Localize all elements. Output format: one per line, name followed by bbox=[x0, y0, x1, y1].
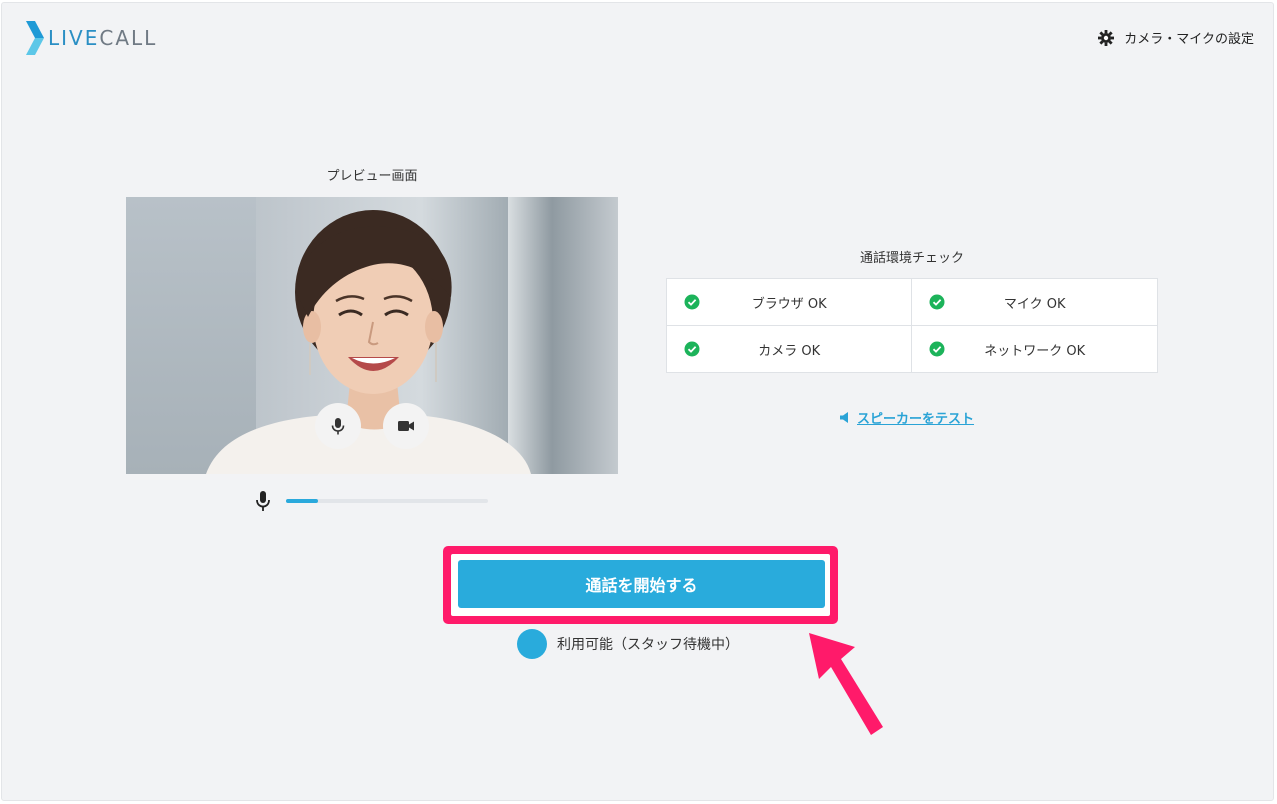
env-check-label: マイク OK bbox=[1003, 296, 1066, 312]
env-check-item: マイク OK bbox=[911, 278, 1158, 326]
microphone-icon bbox=[256, 491, 270, 511]
camera-toggle-button[interactable] bbox=[383, 403, 429, 449]
speaker-test-link[interactable]: スピーカーをテスト bbox=[840, 408, 974, 427]
mic-toggle-button[interactable] bbox=[315, 403, 361, 449]
logo-call-text: CALL bbox=[99, 26, 158, 50]
speaker-icon bbox=[840, 412, 848, 423]
pointer-arrow-icon bbox=[809, 633, 883, 735]
mic-level-meter bbox=[254, 490, 488, 512]
mic-level-fill bbox=[286, 499, 319, 503]
env-check-label: ネットワーク OK bbox=[984, 343, 1086, 359]
mic-level-track bbox=[286, 499, 488, 503]
logo-mark-icon bbox=[26, 21, 44, 55]
logo-text: LIVECALL bbox=[48, 26, 157, 50]
camera-mic-settings-link[interactable]: カメラ・マイクの設定 bbox=[1098, 28, 1254, 47]
availability-status: 利用可能（スタッフ待機中） bbox=[517, 629, 739, 659]
env-check-item: ブラウザ OK bbox=[665, 278, 913, 326]
check-circle-icon bbox=[684, 294, 700, 310]
env-check-title: 通話環境チェック bbox=[859, 251, 964, 266]
person-image bbox=[206, 210, 531, 474]
preview-title: プレビュー画面 bbox=[326, 169, 418, 184]
check-circle-icon bbox=[929, 341, 945, 357]
check-circle-icon bbox=[684, 341, 700, 357]
env-check-label: カメラ OK bbox=[758, 343, 821, 359]
env-check-table: ブラウザ OK マイク OK カメラ OK ネットワーク OK bbox=[665, 278, 1158, 373]
env-check-label: ブラウザ OK bbox=[751, 296, 827, 312]
check-circle-icon bbox=[929, 294, 945, 310]
video-camera-icon bbox=[398, 421, 414, 431]
speaker-test-label: スピーカーをテスト bbox=[857, 412, 975, 427]
logo-live-text: LIVE bbox=[48, 26, 100, 50]
gear-icon bbox=[1098, 29, 1115, 46]
settings-label: カメラ・マイクの設定 bbox=[1124, 32, 1254, 47]
env-check-item: ネットワーク OK bbox=[911, 325, 1158, 373]
status-label: 利用可能（スタッフ待機中） bbox=[557, 637, 739, 653]
livecall-logo: LIVECALL bbox=[26, 21, 157, 55]
start-call-button[interactable]: 通話を開始する bbox=[458, 560, 825, 608]
microphone-icon bbox=[331, 418, 345, 435]
camera-preview bbox=[126, 197, 618, 474]
env-check-item: カメラ OK bbox=[665, 325, 913, 373]
status-indicator bbox=[517, 629, 547, 659]
app-window: LIVECALL カメラ・マイクの設定 プレビュー画面 通話環境チェック ブラウ… bbox=[1, 2, 1274, 801]
